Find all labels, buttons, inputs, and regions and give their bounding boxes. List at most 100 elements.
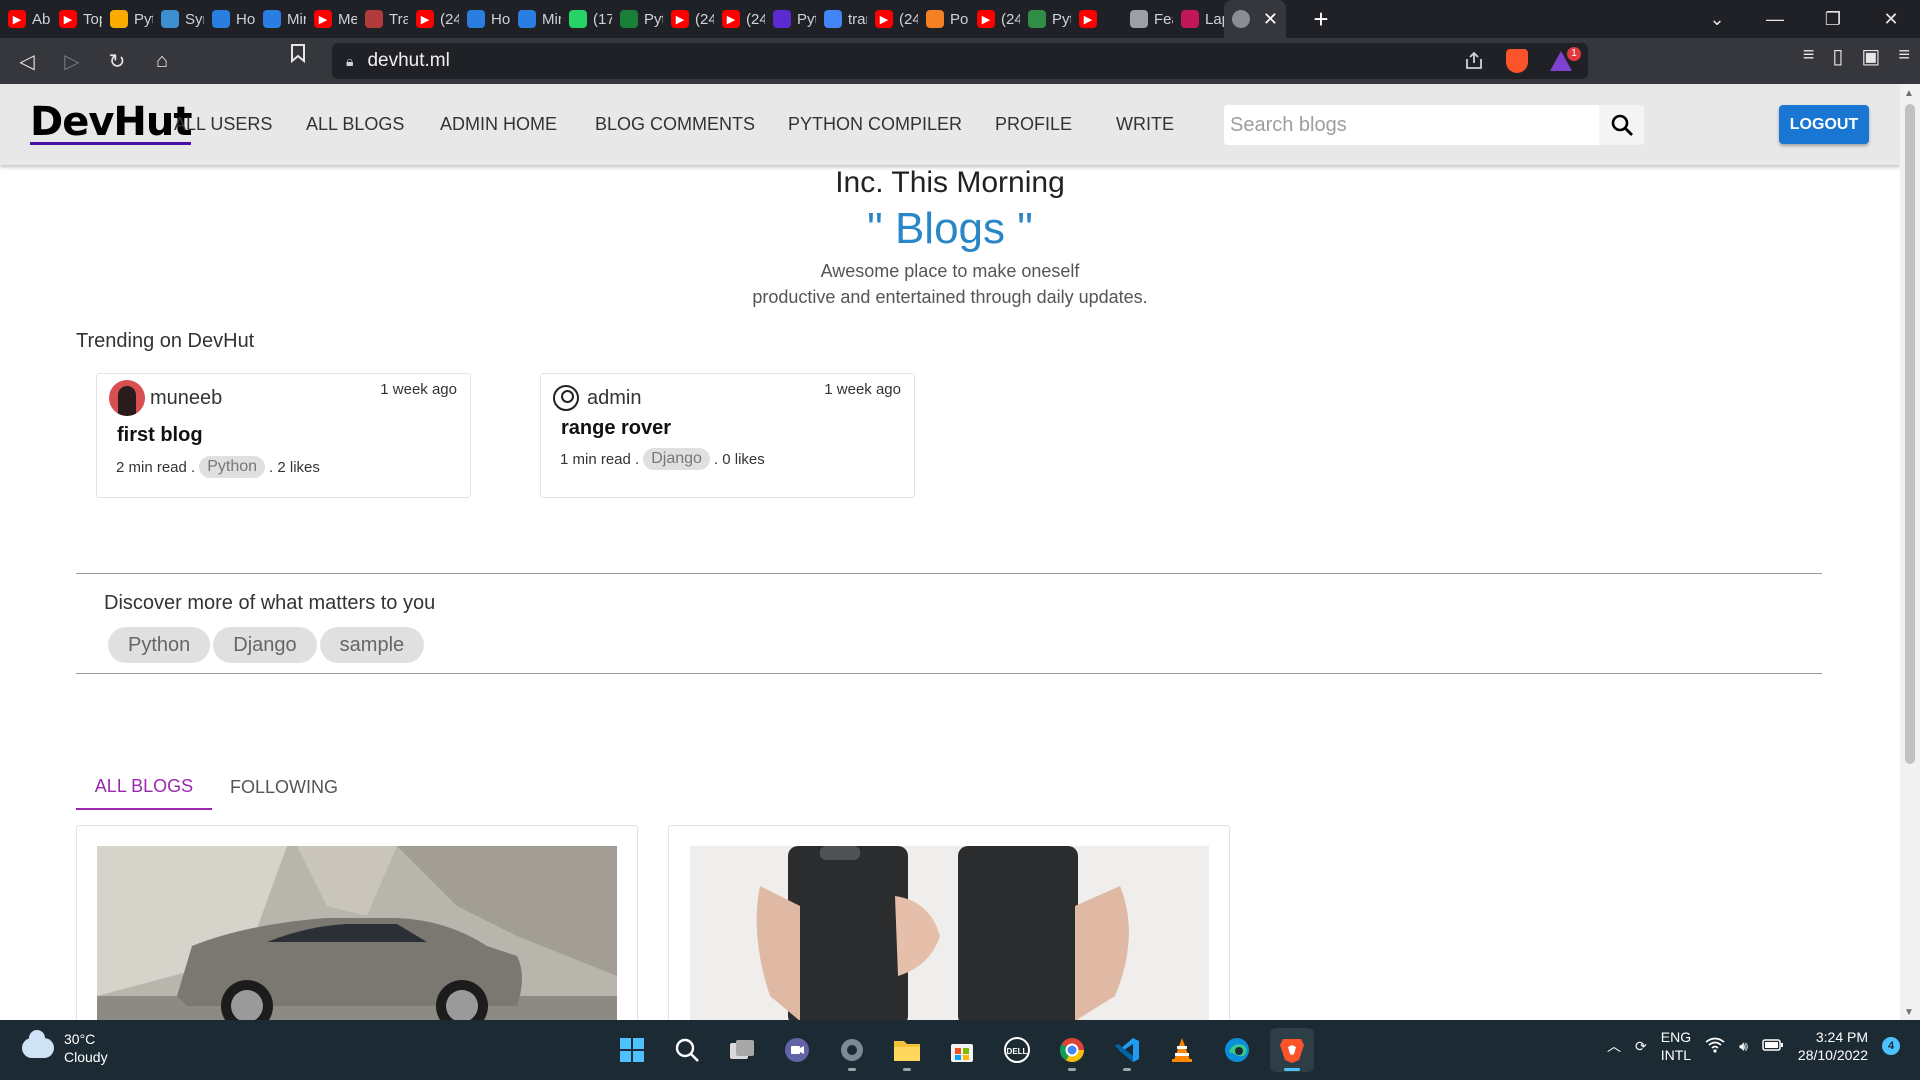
search-box	[1224, 105, 1644, 145]
nav-admin-home[interactable]: ADMIN HOME	[440, 114, 595, 135]
trending-card[interactable]: muneeb 1 week ago first blog 2 min read …	[96, 373, 471, 498]
browser-tab[interactable]: ▶ Top	[51, 0, 102, 38]
brave-shields-icon[interactable]	[1506, 49, 1528, 73]
tab-search-icon[interactable]: ⌄	[1688, 9, 1746, 30]
browser-tab[interactable]: ▶ (24	[408, 0, 459, 38]
topic-chip-django[interactable]: Django	[213, 627, 317, 663]
browser-tab[interactable]: Hor	[204, 0, 255, 38]
close-tab-icon[interactable]: ✕	[1263, 9, 1278, 30]
browser-tab[interactable]: Pyt	[102, 0, 153, 38]
reload-button[interactable]: ↻	[99, 43, 135, 79]
scroll-down-arrow[interactable]: ▼	[1904, 1007, 1914, 1018]
browser-tab[interactable]: Mir	[510, 0, 561, 38]
nav-profile[interactable]: PROFILE	[995, 114, 1116, 135]
sync-icon[interactable]: ⟳	[1635, 1038, 1647, 1055]
start-icon[interactable]	[610, 1028, 654, 1072]
browser-tab[interactable]: Syn	[153, 0, 204, 38]
blog-card[interactable]	[76, 825, 638, 1020]
restore-button[interactable]: ❐	[1804, 9, 1862, 30]
logout-button[interactable]: LOGOUT	[1779, 105, 1869, 144]
close-window-button[interactable]: ✕	[1862, 9, 1920, 30]
chrome-icon[interactable]	[1050, 1028, 1094, 1072]
tag-chip[interactable]: Django	[643, 448, 710, 470]
browser-tab[interactable]: Por	[918, 0, 969, 38]
nav-write[interactable]: WRITE	[1116, 114, 1176, 135]
nav-all-blogs[interactable]: ALL BLOGS	[306, 114, 440, 135]
browser-tab[interactable]: ▶ Abc	[0, 0, 51, 38]
browser-tab[interactable]: Lap	[1173, 0, 1224, 38]
browser-tab[interactable]: ▶	[1071, 0, 1122, 38]
settings-gear-icon[interactable]	[830, 1028, 874, 1072]
topic-chip-python[interactable]: Python	[108, 627, 211, 663]
address-bar[interactable]: 🔒︎ devhut.ml 1	[332, 43, 1588, 79]
topic-chip-sample[interactable]: sample	[319, 627, 425, 663]
teams-chat-icon[interactable]	[775, 1028, 819, 1072]
forward-button[interactable]: ▷	[54, 43, 90, 79]
card-author[interactable]: admin	[553, 385, 641, 411]
browser-tab[interactable]: Pyt	[1020, 0, 1071, 38]
wifi-icon[interactable]	[1705, 1037, 1725, 1056]
battery-icon[interactable]	[1762, 1038, 1784, 1055]
sidebar-icon[interactable]: ▯	[1832, 44, 1843, 69]
scroll-thumb[interactable]	[1905, 104, 1915, 764]
language-indicator[interactable]: ENG INTL	[1661, 1028, 1691, 1064]
wallet-icon[interactable]: ▣	[1861, 44, 1880, 69]
tab-all-blogs[interactable]: ALL BLOGS	[76, 764, 212, 810]
bookmark-icon[interactable]	[290, 43, 306, 69]
blog-image-phones[interactable]	[690, 846, 1209, 1020]
vscode-icon[interactable]	[1105, 1028, 1149, 1072]
playlist-icon[interactable]: ≡	[1803, 44, 1815, 69]
chevron-up-icon[interactable]: ︿	[1607, 1036, 1621, 1056]
browser-tab[interactable]: ▶ (24	[867, 0, 918, 38]
search-taskbar-icon[interactable]	[665, 1028, 709, 1072]
tab-following[interactable]: FOLLOWING	[212, 764, 356, 810]
brave-browser-icon[interactable]	[1270, 1028, 1314, 1072]
notification-badge[interactable]: 4	[1882, 1037, 1900, 1055]
browser-tab[interactable]: Trai	[357, 0, 408, 38]
nav-blog-comments[interactable]: BLOG COMMENTS	[595, 114, 788, 135]
clock[interactable]: 3:24 PM 28/10/2022	[1798, 1028, 1868, 1064]
browser-tab[interactable]: (17)	[561, 0, 612, 38]
brave-rewards-icon[interactable]: 1	[1550, 47, 1581, 71]
browser-tab[interactable]: Pyt	[612, 0, 663, 38]
browser-toolbar: ◁ ▷ ↻ ⌂ 🔒︎ devhut.ml 1 ≡ ▯ ▣ ≡	[0, 38, 1920, 84]
nav-python-compiler[interactable]: PYTHON COMPILER	[788, 114, 995, 135]
file-explorer-icon[interactable]	[885, 1028, 929, 1072]
blog-image-car[interactable]	[97, 846, 617, 1020]
card-title[interactable]: range rover	[561, 417, 671, 440]
trending-card[interactable]: admin 1 week ago range rover 1 min read …	[540, 373, 915, 498]
edge-icon[interactable]	[1215, 1028, 1259, 1072]
back-button[interactable]: ◁	[9, 43, 45, 79]
task-view-icon[interactable]	[720, 1028, 764, 1072]
browser-tab[interactable]: Hor	[459, 0, 510, 38]
page-scrollbar[interactable]: ▲ ▼	[1900, 84, 1920, 1020]
browser-tab-active[interactable]: ✕	[1224, 0, 1286, 38]
search-button[interactable]	[1599, 105, 1644, 145]
share-icon[interactable]	[1464, 51, 1484, 71]
nav-all-users[interactable]: ALL USERS	[174, 114, 306, 135]
browser-tab[interactable]: ▶ (24	[663, 0, 714, 38]
browser-tab[interactable]: Mir	[255, 0, 306, 38]
search-input[interactable]	[1224, 105, 1599, 145]
browser-tab[interactable]: Fea	[1122, 0, 1173, 38]
new-tab-button[interactable]: +	[1306, 4, 1336, 35]
browser-tab[interactable]: ▶ Me	[306, 0, 357, 38]
microsoft-store-icon[interactable]	[940, 1028, 984, 1072]
blog-card[interactable]	[668, 825, 1230, 1020]
volume-icon[interactable]: 🔊︎	[1739, 1038, 1748, 1055]
weather-widget[interactable]: 30°C Cloudy	[22, 1030, 108, 1066]
home-button[interactable]: ⌂	[144, 43, 180, 79]
menu-icon[interactable]: ≡	[1898, 44, 1910, 69]
card-author[interactable]: muneeb	[109, 380, 222, 416]
browser-tab[interactable]: ▶ (24	[714, 0, 765, 38]
dell-icon[interactable]: DELL	[995, 1028, 1039, 1072]
minimize-button[interactable]: —	[1746, 9, 1804, 30]
vlc-icon[interactable]	[1160, 1028, 1204, 1072]
site-logo[interactable]: DevHut	[30, 102, 192, 145]
browser-tab[interactable]: ▶ (24	[969, 0, 1020, 38]
tag-chip[interactable]: Python	[199, 456, 266, 478]
card-title[interactable]: first blog	[117, 424, 203, 447]
scroll-up-arrow[interactable]: ▲	[1904, 88, 1914, 99]
browser-tab[interactable]: Pyt	[765, 0, 816, 38]
browser-tab[interactable]: trar	[816, 0, 867, 38]
